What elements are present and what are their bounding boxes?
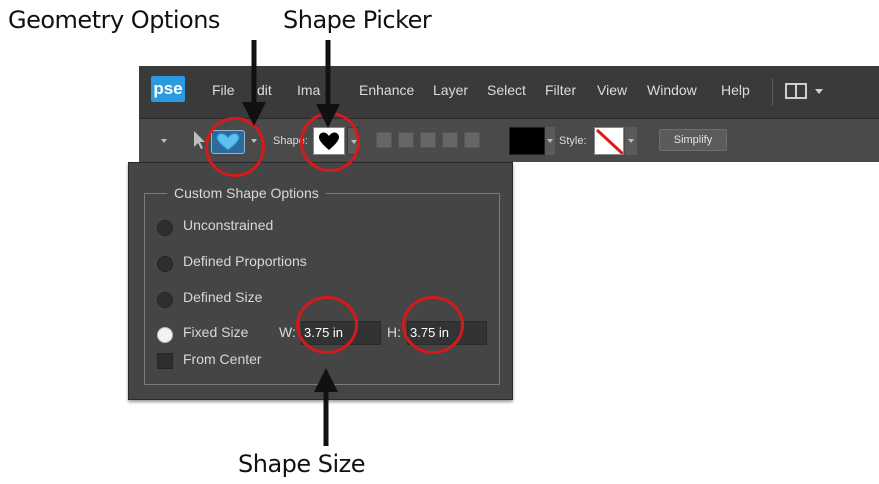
menu-file[interactable]: File	[212, 82, 235, 98]
new-shape-layer-icon[interactable]	[376, 132, 392, 148]
height-label: H:	[387, 324, 401, 340]
label-defined-proportions: Defined Proportions	[183, 253, 307, 269]
callout-shape-size: Shape Size	[238, 450, 366, 478]
simplify-button[interactable]: Simplify	[659, 129, 727, 151]
menu-select[interactable]: Select	[487, 82, 526, 98]
no-style-icon	[595, 128, 623, 154]
radio-unconstrained[interactable]	[157, 220, 173, 236]
chevron-down-icon	[628, 139, 634, 143]
shape-color-swatch[interactable]	[509, 127, 545, 155]
annotation-ring-geometry	[205, 117, 265, 177]
radio-fixed-size[interactable]	[157, 327, 173, 343]
annotation-ring-height	[402, 296, 464, 354]
style-picker-swatch[interactable]	[594, 127, 624, 155]
chevron-down-icon	[815, 89, 823, 94]
menu-layer[interactable]: Layer	[433, 82, 468, 98]
custom-shape-options-panel: Custom Shape Options Unconstrained Defin…	[128, 162, 513, 400]
tool-preset-chevron-icon[interactable]	[161, 139, 167, 143]
layout-grid-icon	[785, 83, 807, 99]
label-fixed-size: Fixed Size	[183, 324, 249, 340]
label-defined-size: Defined Size	[183, 289, 263, 305]
menu-help[interactable]: Help	[721, 82, 750, 98]
width-label: W:	[279, 324, 296, 340]
label-unconstrained: Unconstrained	[183, 217, 274, 233]
menu-filter[interactable]: Filter	[545, 82, 576, 98]
panel-title: Custom Shape Options	[167, 185, 326, 201]
radio-defined-proportions[interactable]	[157, 256, 173, 272]
menu-divider	[772, 78, 773, 106]
workspace-layout-button[interactable]	[785, 81, 829, 103]
callout-geometry-options: Geometry Options	[8, 6, 220, 34]
menu-view[interactable]: View	[597, 82, 627, 98]
label-from-center: From Center	[183, 351, 262, 367]
intersect-shape-icon[interactable]	[442, 132, 458, 148]
app-logo: pse	[151, 76, 185, 102]
menu-window[interactable]: Window	[647, 82, 697, 98]
subtract-shape-icon[interactable]	[420, 132, 436, 148]
callout-shape-picker: Shape Picker	[283, 6, 432, 34]
arrow-down-icon	[242, 40, 266, 126]
style-label: Style:	[559, 135, 587, 147]
chevron-down-icon	[547, 139, 553, 143]
exclude-shape-icon[interactable]	[464, 132, 480, 148]
arrow-up-icon	[314, 368, 338, 446]
radio-defined-size[interactable]	[157, 292, 173, 308]
annotation-ring-width	[296, 296, 358, 354]
arrow-down-icon	[316, 40, 340, 128]
style-dropdown[interactable]	[625, 127, 637, 155]
menu-enhance[interactable]: Enhance	[359, 82, 414, 98]
from-center-checkbox[interactable]	[157, 353, 173, 369]
color-dropdown[interactable]	[545, 127, 555, 155]
add-to-shape-icon[interactable]	[398, 132, 414, 148]
